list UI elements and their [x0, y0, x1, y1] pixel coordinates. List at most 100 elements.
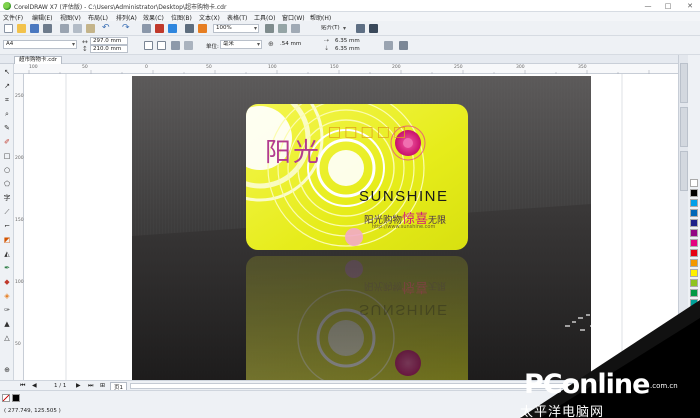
connector-tool-icon[interactable]: ⌐: [3, 222, 11, 230]
drop-shadow-icon[interactable]: ◩: [3, 236, 11, 244]
print-icon[interactable]: [43, 24, 52, 33]
cut-icon[interactable]: [60, 24, 69, 33]
window-title: CorelDRAW X7 (评估版) - C:\Users\Administra…: [14, 4, 227, 11]
landscape-icon[interactable]: [157, 41, 166, 50]
horizontal-ruler[interactable]: 100 50 0 50 100 150 200 250 300 350: [14, 64, 678, 74]
minimize-button[interactable]: —: [640, 0, 656, 12]
palette-swatch[interactable]: [690, 289, 698, 297]
polygon-tool-icon[interactable]: ⬠: [3, 180, 11, 188]
app-launcher-icon[interactable]: [185, 24, 194, 33]
freehand-tool-icon[interactable]: ✎: [3, 124, 11, 132]
ellipse-tool-icon[interactable]: ○: [3, 166, 11, 174]
redo-icon[interactable]: ↷: [122, 23, 130, 33]
menu-bar: 文件(F) 编辑(E) 视图(V) 布局(L) 排列(A) 效果(C) 位图(B…: [0, 12, 700, 22]
rectangle-tool-icon[interactable]: □: [3, 152, 11, 160]
drawing-workspace[interactable]: 阳光 □□□□□ SUNSHINE 阳光购物惊喜无限 http://www.su…: [24, 74, 678, 380]
palette-swatch[interactable]: [690, 179, 698, 187]
all-pages-icon[interactable]: [171, 41, 180, 50]
docker-tab-object-manager[interactable]: [680, 107, 688, 147]
outline-swatch[interactable]: [12, 394, 20, 402]
palette-swatch[interactable]: [690, 189, 698, 197]
artistic-media-icon[interactable]: ✐: [3, 138, 11, 146]
options-gear-icon[interactable]: [356, 24, 365, 33]
palette-swatch[interactable]: [690, 309, 698, 317]
snap-to-dropdown[interactable]: 贴齐(T): [318, 24, 348, 33]
page-height-field[interactable]: 210.0 mm: [90, 45, 128, 53]
document-tab[interactable]: 超市购物卡.cdr: [14, 56, 63, 64]
outline-pen-icon[interactable]: ✑: [3, 306, 11, 314]
undo-icon[interactable]: ↶: [102, 23, 110, 33]
document-page[interactable]: 阳光 □□□□□ SUNSHINE 阳光购物惊喜无限 http://www.su…: [132, 76, 591, 380]
palette-swatch[interactable]: [690, 229, 698, 237]
full-screen-icon[interactable]: [265, 24, 274, 33]
add-page-icon[interactable]: ⊞: [100, 382, 105, 389]
search-content-icon[interactable]: [142, 24, 151, 33]
palette-swatch[interactable]: [690, 279, 698, 287]
palette-swatch[interactable]: [690, 299, 698, 307]
close-button[interactable]: ✕: [682, 0, 698, 12]
height-icon: ↕: [82, 45, 88, 53]
maximize-button[interactable]: □: [660, 0, 676, 12]
prev-page-icon[interactable]: ◀: [32, 382, 37, 389]
title-bar: CorelDRAW X7 (评估版) - C:\Users\Administra…: [0, 0, 700, 12]
export-icon[interactable]: [168, 24, 177, 33]
nudge-distance-field[interactable]: .54 mm: [277, 40, 319, 49]
next-page-icon[interactable]: ▶: [76, 382, 81, 389]
import-icon[interactable]: [155, 24, 164, 33]
text-tool-icon[interactable]: 字: [3, 194, 11, 202]
show-grid-icon[interactable]: [291, 24, 300, 33]
last-page-icon[interactable]: ⏭: [88, 382, 93, 390]
pick-tool-icon[interactable]: ↖: [3, 68, 11, 76]
duplicate-y-field[interactable]: 6.35 mm: [332, 45, 372, 53]
duplicate-x-field[interactable]: 6.35 mm: [332, 37, 372, 45]
palette-swatch[interactable]: [690, 249, 698, 257]
transparency-icon[interactable]: ◭: [3, 250, 11, 258]
page-width-field[interactable]: 297.0 mm: [90, 37, 128, 45]
smart-fill-icon[interactable]: ◈: [3, 292, 11, 300]
fill-tool-icon[interactable]: ▲: [3, 320, 11, 328]
palette-swatch[interactable]: [690, 199, 698, 207]
paste-icon[interactable]: [86, 24, 95, 33]
new-document-icon[interactable]: [4, 24, 13, 33]
open-folder-icon[interactable]: [17, 24, 26, 33]
save-icon[interactable]: [30, 24, 39, 33]
interactive-fill-icon[interactable]: ◆: [3, 278, 11, 286]
palette-swatch[interactable]: [690, 269, 698, 277]
vertical-ruler[interactable]: 250 200 150 100 50: [14, 74, 24, 380]
units-select[interactable]: 毫米: [220, 40, 262, 49]
crop-tool-icon[interactable]: ⌗: [3, 96, 11, 104]
shape-tool-icon[interactable]: ↗: [3, 82, 11, 90]
page-size-select[interactable]: A4: [3, 40, 77, 49]
ruler-number: 250: [15, 94, 24, 99]
zoom-tool-icon[interactable]: ⌕: [3, 110, 11, 118]
palette-swatch[interactable]: [690, 239, 698, 247]
show-rulers-icon[interactable]: [278, 24, 287, 33]
ruler-number: 200: [15, 156, 24, 161]
parallel-dimension-icon[interactable]: ⟋: [3, 208, 11, 216]
docker-tab-hints[interactable]: [680, 151, 688, 191]
add-tool-icon[interactable]: ⊕: [3, 366, 11, 374]
palette-swatch[interactable]: [690, 319, 698, 327]
portrait-icon[interactable]: [144, 41, 153, 50]
corel-connect-icon[interactable]: [198, 24, 207, 33]
zoom-level-select[interactable]: 100%: [213, 24, 259, 33]
ruler-ticks: [28, 70, 650, 74]
document-options-icon[interactable]: [399, 41, 408, 50]
outline-tool-icon[interactable]: △: [3, 334, 11, 342]
palette-swatch[interactable]: [690, 209, 698, 217]
ruler-number: 100: [15, 280, 24, 285]
standard-toolbar: ↶ ↷ 100% 贴齐(T): [0, 21, 700, 36]
palette-swatch[interactable]: [690, 259, 698, 267]
dup-y-icon: ⇣: [324, 45, 330, 52]
first-page-icon[interactable]: ⏮: [20, 382, 25, 390]
copy-icon[interactable]: [73, 24, 82, 33]
eyedropper-icon[interactable]: ✒: [3, 264, 11, 272]
no-fill-swatch[interactable]: [2, 394, 10, 402]
dup-x-icon: ⇢: [324, 37, 330, 44]
treat-as-filled-icon[interactable]: [384, 41, 393, 50]
document-tab-bar: 超市购物卡.cdr: [0, 55, 700, 64]
current-page-icon[interactable]: [184, 41, 193, 50]
docker-tab-object-properties[interactable]: [680, 63, 688, 103]
palette-swatch[interactable]: [690, 219, 698, 227]
launch-icon[interactable]: [369, 24, 378, 33]
